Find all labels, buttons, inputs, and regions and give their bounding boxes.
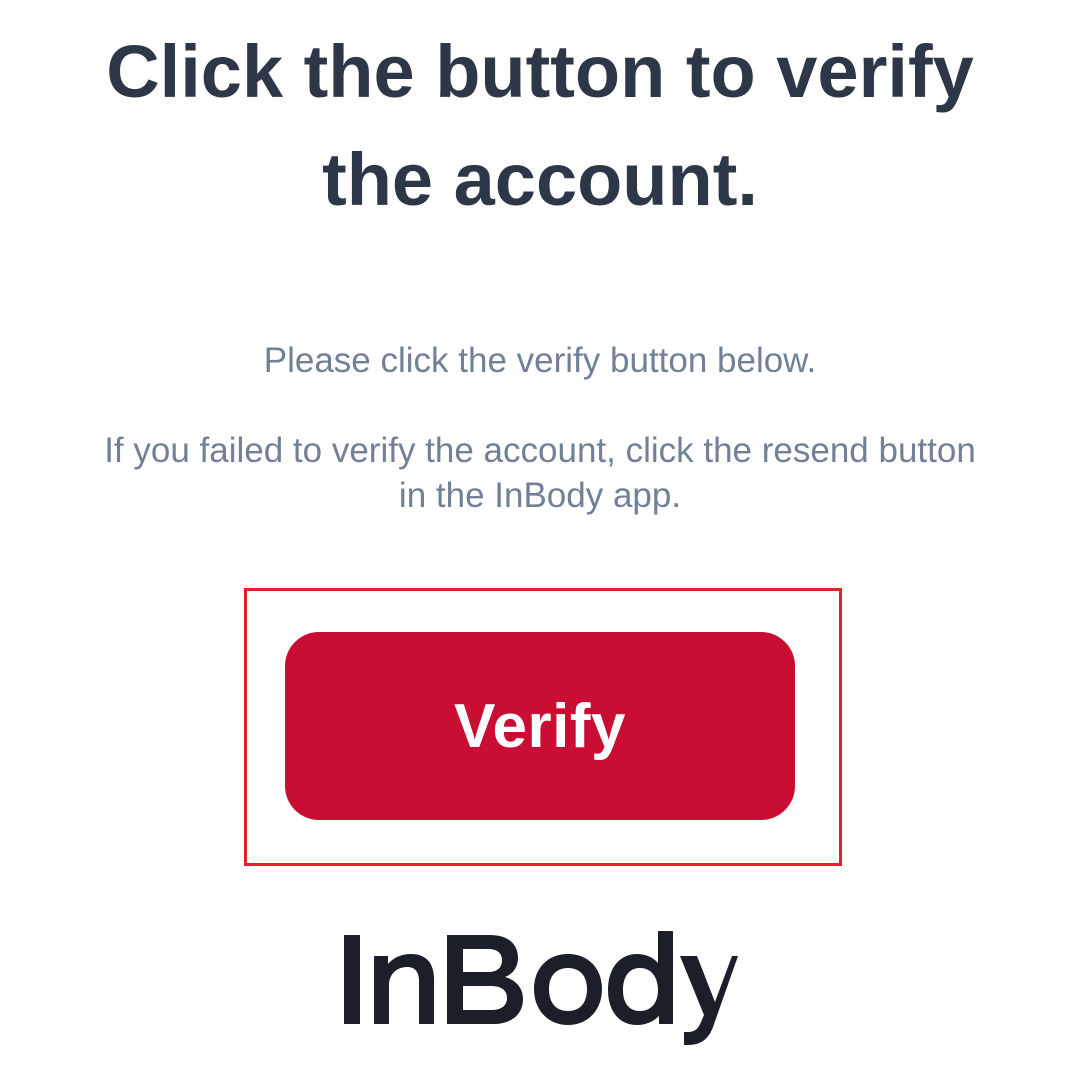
- resend-hint-text: If you failed to verify the account, cli…: [20, 428, 1060, 518]
- verify-button[interactable]: Verify: [285, 632, 795, 820]
- page-title-line-1: Click the button to verify: [106, 30, 974, 113]
- resend-hint-line-1: If you failed to verify the account, cli…: [104, 431, 976, 470]
- page-title: Click the button to verify the account.: [40, 18, 1040, 234]
- verify-button-label: Verify: [454, 691, 626, 761]
- resend-hint-line-2: in the InBody app.: [398, 476, 682, 515]
- verification-page: Click the button to verify the account. …: [0, 0, 1080, 1073]
- instruction-text: Please click the verify button below.: [20, 338, 1060, 383]
- instruction-line: Please click the verify button below.: [263, 341, 817, 380]
- page-title-line-2: the account.: [322, 138, 758, 221]
- inbody-logo: [344, 931, 738, 1045]
